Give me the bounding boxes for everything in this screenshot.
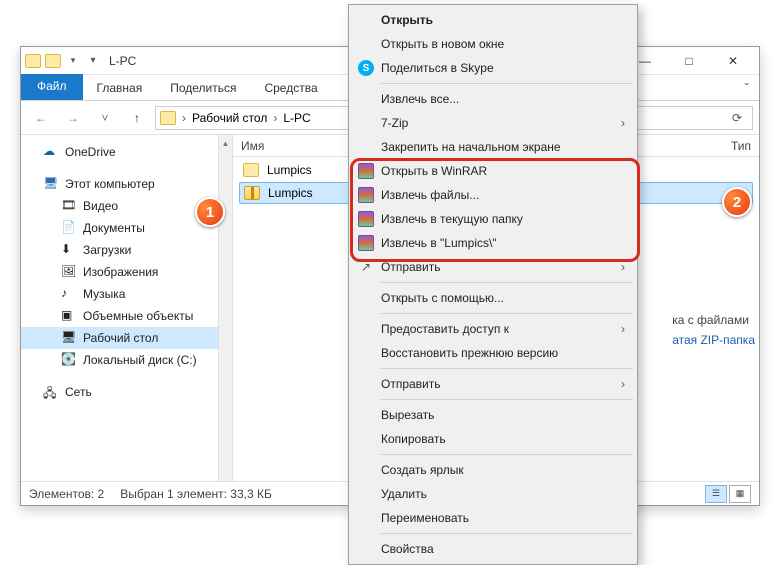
ctx-create-shortcut[interactable]: Создать ярлык xyxy=(351,458,635,482)
nav-music[interactable]: ♪Музыка xyxy=(21,283,232,305)
ctx-pin-start[interactable]: Закрепить на начальном экране xyxy=(351,135,635,159)
callout-badge-2: 2 xyxy=(722,187,752,217)
app-icon xyxy=(25,53,41,69)
nav-label: OneDrive xyxy=(65,145,116,159)
window-title: L-PC xyxy=(109,54,136,68)
chevron-right-icon xyxy=(269,111,281,125)
folder-icon xyxy=(243,163,259,177)
status-count: Элементов: 2 xyxy=(29,487,104,501)
breadcrumb-seg-desktop[interactable]: Рабочий стол xyxy=(192,111,267,125)
nav-thispc[interactable]: 🖥Этот компьютер xyxy=(21,173,232,195)
nav-label: Этот компьютер xyxy=(65,177,155,191)
separator xyxy=(381,313,633,314)
ctx-open[interactable]: Открыть xyxy=(351,8,635,32)
up-button[interactable]: ↑ xyxy=(123,106,151,130)
separator xyxy=(381,282,633,283)
window-controls: — □ ✕ xyxy=(623,47,755,75)
ctx-winrar-open[interactable]: Открыть в WinRAR xyxy=(351,159,635,183)
nav-label: Сеть xyxy=(65,385,92,399)
nav-label: Рабочий стол xyxy=(83,331,158,345)
winrar-icon xyxy=(358,235,374,251)
qat: ▾ xyxy=(25,53,101,69)
ctx-winrar-extract-to[interactable]: Извлечь в "Lumpics\" xyxy=(351,231,635,255)
nav-label: Документы xyxy=(83,221,145,235)
nav-downloads[interactable]: ⬇Загрузки xyxy=(21,239,232,261)
tab-home[interactable]: Главная xyxy=(83,76,157,100)
col-type[interactable]: Тип xyxy=(731,139,751,153)
qat-customize[interactable]: ▾ xyxy=(85,53,101,69)
maximize-button[interactable]: □ xyxy=(667,47,711,75)
context-menu: Открыть Открыть в новом окне SПоделиться… xyxy=(348,4,638,565)
ctx-send-to[interactable]: Отправить xyxy=(351,372,635,396)
ctx-share-skype[interactable]: SПоделиться в Skype xyxy=(351,56,635,80)
breadcrumb-seg-lpc[interactable]: L-PC xyxy=(283,111,310,125)
ctx-open-new-window[interactable]: Открыть в новом окне xyxy=(351,32,635,56)
qat-dropdown-icon[interactable] xyxy=(65,53,81,69)
file-type: ка с файлами xyxy=(672,310,755,330)
nav-desktop[interactable]: 🖥Рабочий стол xyxy=(21,327,232,349)
ctx-open-with[interactable]: Открыть с помощью... xyxy=(351,286,635,310)
refresh-icon[interactable]: ⟳ xyxy=(726,111,748,125)
ctx-winrar-extract-here[interactable]: Извлечь в текущую папку xyxy=(351,207,635,231)
ctx-rename[interactable]: Переименовать xyxy=(351,506,635,530)
nav-label: Объемные объекты xyxy=(83,309,193,323)
ctx-properties[interactable]: Свойства xyxy=(351,537,635,561)
separator xyxy=(381,368,633,369)
winrar-icon xyxy=(358,163,374,179)
details-view-button[interactable]: ☰ xyxy=(705,485,727,503)
nav-label: Загрузки xyxy=(83,243,131,257)
separator xyxy=(381,399,633,400)
separator xyxy=(381,533,633,534)
view-toggles: ☰ ▦ xyxy=(705,485,751,503)
ctx-restore-previous[interactable]: Восстановить прежнюю версию xyxy=(351,341,635,365)
winrar-icon xyxy=(358,211,374,227)
recent-dropdown[interactable]: ˅ xyxy=(91,106,119,130)
ctx-cut[interactable]: Вырезать xyxy=(351,403,635,427)
separator xyxy=(381,83,633,84)
callout-badge-1: 1 xyxy=(195,197,225,227)
ctx-give-access[interactable]: Предоставить доступ к xyxy=(351,317,635,341)
ctx-winrar-extract-files[interactable]: Извлечь файлы... xyxy=(351,183,635,207)
forward-button[interactable]: → xyxy=(59,106,87,130)
nav-label: Музыка xyxy=(83,287,125,301)
tab-file[interactable]: Файл xyxy=(21,74,83,100)
nav-pane: ☁OneDrive 🖥Этот компьютер 🎞Видео 📄Докуме… xyxy=(21,135,233,481)
type-column-values: ка с файлами атая ZIP-папка xyxy=(672,310,755,350)
tab-tools[interactable]: Средства xyxy=(250,76,331,100)
status-selection: Выбран 1 элемент: 33,3 КБ xyxy=(120,487,272,501)
nav-network[interactable]: 🖧Сеть xyxy=(21,381,232,403)
zip-icon xyxy=(244,186,260,200)
nav-onedrive[interactable]: ☁OneDrive xyxy=(21,141,232,163)
nav-3dobjects[interactable]: ▣Объемные объекты xyxy=(21,305,232,327)
file-type: атая ZIP-папка xyxy=(672,330,755,350)
ctx-copy[interactable]: Копировать xyxy=(351,427,635,451)
ctx-extract-all[interactable]: Извлечь все... xyxy=(351,87,635,111)
nav-pictures[interactable]: 🖼Изображения xyxy=(21,261,232,283)
nav-label: Изображения xyxy=(83,265,158,279)
close-button[interactable]: ✕ xyxy=(711,47,755,75)
share-icon xyxy=(357,258,375,276)
tab-share[interactable]: Поделиться xyxy=(156,76,250,100)
winrar-icon xyxy=(358,187,374,203)
ctx-send[interactable]: Отправить xyxy=(351,255,635,279)
skype-icon: S xyxy=(358,60,374,76)
breadcrumb-icon xyxy=(160,111,176,125)
nav-label: Локальный диск (C:) xyxy=(83,353,197,367)
ctx-delete[interactable]: Удалить xyxy=(351,482,635,506)
nav-label: Видео xyxy=(83,199,118,213)
chevron-right-icon xyxy=(178,111,190,125)
back-button[interactable]: ← xyxy=(27,106,55,130)
nav-scrollbar[interactable]: ▲ xyxy=(218,135,232,481)
icons-view-button[interactable]: ▦ xyxy=(729,485,751,503)
ctx-7zip[interactable]: 7-Zip xyxy=(351,111,635,135)
folder-icon[interactable] xyxy=(45,53,61,69)
separator xyxy=(381,454,633,455)
ribbon-expand[interactable]: ˇ xyxy=(734,76,759,100)
nav-localdisk[interactable]: 💽Локальный диск (C:) xyxy=(21,349,232,371)
